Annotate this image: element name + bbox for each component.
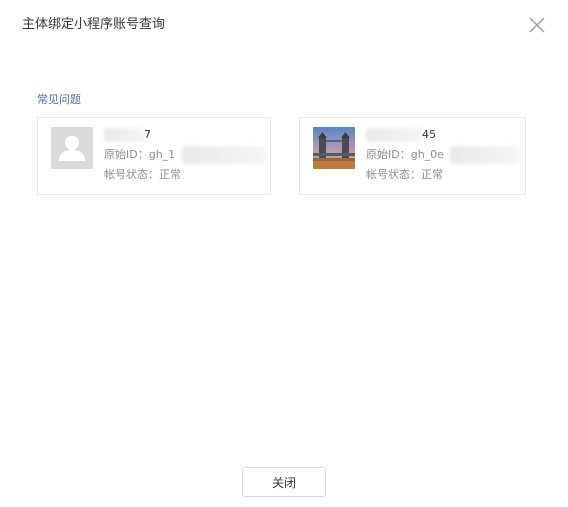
account-status-label: 帐号状态： (104, 168, 159, 181)
dialog-title: 主体绑定小程序账号查询 (22, 17, 166, 32)
account-id: 原始ID：gh_1 (104, 146, 270, 164)
bridge-photo-icon (313, 127, 355, 169)
account-status-label: 帐号状态： (366, 168, 421, 181)
account-name-suffix: 45 (422, 128, 436, 141)
account-id: 原始ID：gh_0e (366, 146, 525, 164)
faq-link[interactable]: 常见问题 (37, 93, 81, 107)
account-id-label: 原始ID： (366, 148, 411, 161)
account-status-value: 正常 (159, 168, 181, 181)
account-id-value: gh_0e (410, 148, 444, 161)
close-icon[interactable] (528, 16, 546, 34)
account-name-suffix: 7 (144, 128, 151, 141)
account-status: 帐号状态：正常 (366, 168, 525, 182)
close-button[interactable]: 关闭 (242, 467, 326, 497)
user-avatar-icon (51, 127, 93, 169)
account-card[interactable]: 45 原始ID：gh_0e 帐号状态：正常 (299, 117, 526, 195)
account-status: 帐号状态：正常 (104, 168, 270, 182)
account-id-value: gh_1 (148, 148, 176, 161)
account-name: 45 (366, 128, 525, 142)
account-id-label: 原始ID： (104, 148, 149, 161)
account-card[interactable]: 7 原始ID：gh_1 帐号状态：正常 (37, 117, 271, 195)
account-status-value: 正常 (421, 168, 443, 181)
account-name: 7 (104, 128, 270, 142)
